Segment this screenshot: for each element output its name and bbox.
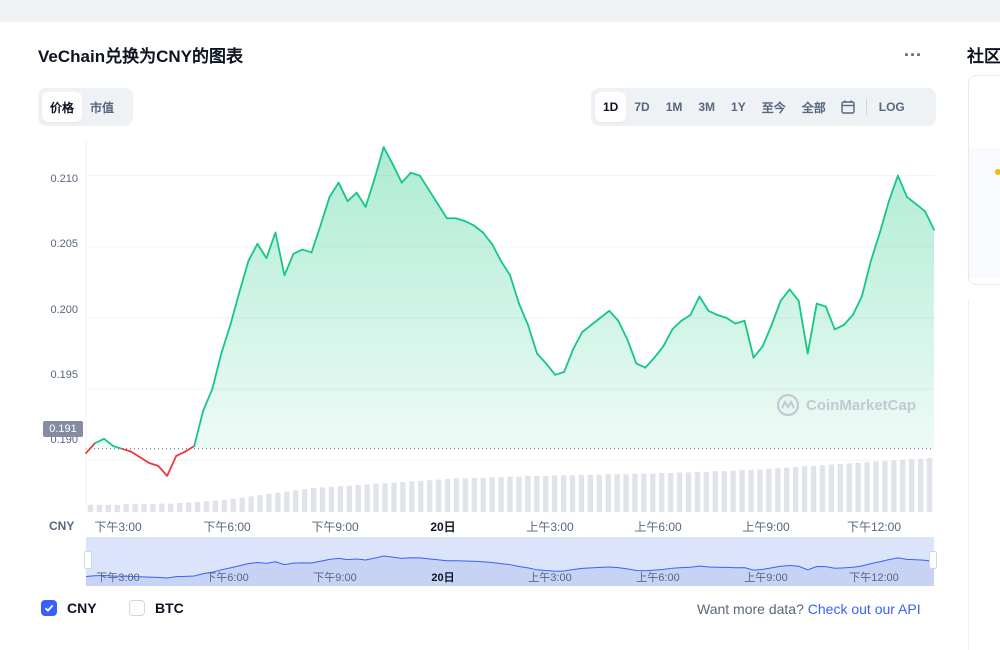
x-tick-label: 上午3:00 xyxy=(526,520,574,534)
range-selector: 1D 7D 1M 3M 1Y 至今 全部 LOG xyxy=(591,88,936,126)
navigator-tick-label: 上午3:00 xyxy=(528,572,572,584)
range-divider xyxy=(865,99,867,115)
x-tick-label: 下午3:00 xyxy=(94,520,142,534)
navigator-right-handle[interactable] xyxy=(929,551,937,569)
x-tick-label: 下午12:00 xyxy=(846,520,902,534)
y-tick-label: 0.210 xyxy=(50,173,78,185)
x-tick-label: 上午6:00 xyxy=(634,520,682,534)
checkbox-icon[interactable] xyxy=(129,600,145,616)
range-1y[interactable]: 1Y xyxy=(723,92,754,122)
more-options-icon[interactable]: ... xyxy=(904,40,922,61)
coinmarketcap-logo-icon xyxy=(776,393,800,417)
navigator-tick-label: 下午3:00 xyxy=(96,572,140,584)
legend-cny[interactable]: CNY xyxy=(41,600,97,616)
range-1m[interactable]: 1M xyxy=(658,92,691,122)
legend-btc[interactable]: BTC xyxy=(129,600,184,616)
range-all[interactable]: 全部 xyxy=(794,92,834,122)
x-tick-label: 下午9:00 xyxy=(311,520,359,534)
community-card[interactable] xyxy=(968,75,1000,285)
navigator-left-handle[interactable] xyxy=(84,551,92,569)
top-strip xyxy=(0,0,1000,22)
range-7d[interactable]: 7D xyxy=(626,92,657,122)
y-tick-label: 0.205 xyxy=(50,238,78,250)
api-promo: Want more data? Check out our API xyxy=(697,601,921,617)
range-ytd[interactable]: 至今 xyxy=(754,92,794,122)
navigator-tick-label: 下午6:00 xyxy=(205,572,249,584)
calendar-icon[interactable] xyxy=(834,92,862,122)
tab-market-cap[interactable]: 市值 xyxy=(82,92,122,122)
coinmarketcap-watermark: CoinMarketCap xyxy=(776,393,916,417)
watermark-text: CoinMarketCap xyxy=(806,396,917,414)
log-scale-toggle[interactable]: LOG xyxy=(871,92,913,122)
community-title: 社区 xyxy=(967,47,1000,66)
y-tick-label: 0.200 xyxy=(50,304,78,316)
x-tick-label: 20日 xyxy=(430,520,456,534)
legend-label: BTC xyxy=(155,600,184,616)
navigator-tick-label: 下午9:00 xyxy=(313,572,357,584)
navigator-tick-label: 20日 xyxy=(431,572,455,584)
chart-title: VeChain兑换为CNY的图表 xyxy=(38,47,243,66)
api-link[interactable]: Check out our API xyxy=(808,601,921,617)
range-1d[interactable]: 1D xyxy=(595,92,627,122)
column-divider xyxy=(968,300,969,650)
navigator-tick-label: 上午6:00 xyxy=(636,572,680,584)
x-axis-unit: CNY xyxy=(49,519,75,533)
x-tick-label: 下午6:00 xyxy=(203,520,251,534)
y-tick-label: 0.195 xyxy=(50,369,78,381)
legend-label: CNY xyxy=(67,600,97,616)
community-card-body xyxy=(969,148,1000,278)
tab-price[interactable]: 价格 xyxy=(42,92,83,122)
navigator-tick-label: 下午12:00 xyxy=(849,572,899,584)
chart-type-toggle: 价格 市值 xyxy=(38,88,133,126)
api-prompt: Want more data? xyxy=(697,601,804,617)
checkbox-checked-icon[interactable] xyxy=(41,600,57,616)
navigator-tick-label: 上午9:00 xyxy=(744,572,788,584)
x-tick-label: 上午9:00 xyxy=(742,520,790,534)
current-price-tag: 0.191 xyxy=(43,421,83,437)
community-dot-icon xyxy=(995,169,1000,175)
range-3m[interactable]: 3M xyxy=(690,92,723,122)
